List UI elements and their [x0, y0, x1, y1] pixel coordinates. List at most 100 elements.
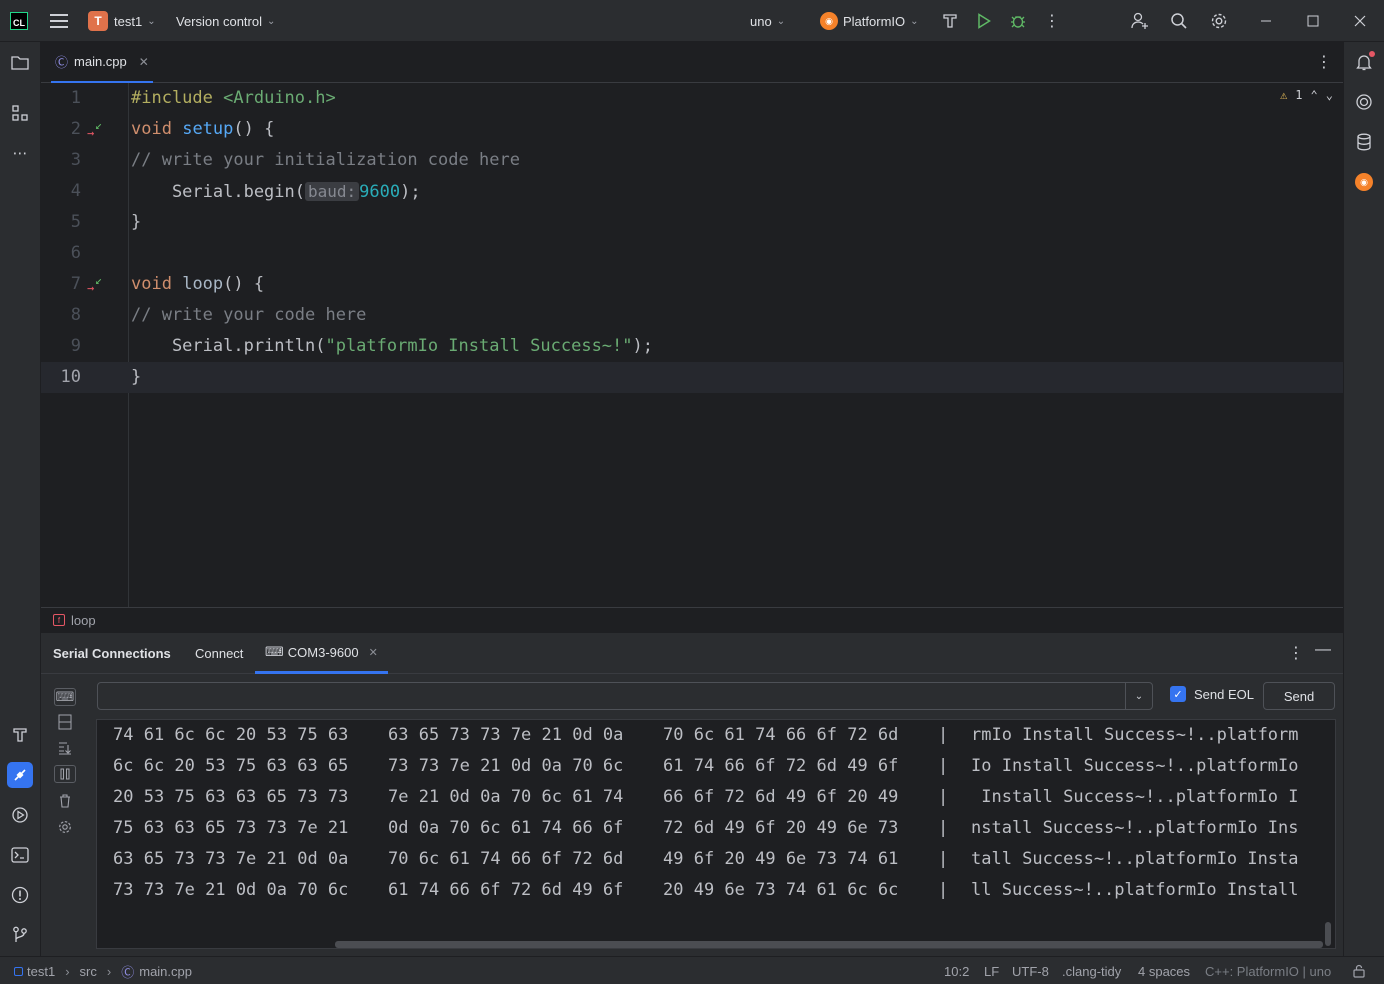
problems-icon[interactable] — [7, 882, 33, 908]
vcs-label: Version control — [176, 13, 262, 29]
hex-mode-icon[interactable] — [54, 713, 76, 731]
line-ending[interactable]: LF — [984, 957, 999, 984]
code-line: 8 // write your code here — [41, 300, 1343, 331]
serial-output-console[interactable]: 74 61 6c 6c 20 53 75 63 63 65 73 73 7e 21… — [96, 719, 1336, 949]
notification-dot — [1369, 51, 1375, 57]
navigate-declaration-icon[interactable]: ↙ → — [87, 273, 111, 295]
tab-options-icon[interactable]: ⋮ — [1316, 52, 1332, 72]
panel-options-icon[interactable]: ⋮ — [1288, 643, 1304, 663]
settings-gear-icon[interactable] — [54, 818, 76, 836]
board-label: uno — [750, 13, 772, 29]
services-icon[interactable] — [7, 802, 33, 828]
send-eol-checkbox[interactable]: ✓ Send EOL — [1170, 686, 1254, 702]
line-number: 1 — [70, 88, 81, 108]
horizontal-scrollbar[interactable] — [335, 941, 1323, 948]
current-code-line: 10 } — [41, 362, 1343, 393]
clion-logo-icon[interactable]: CL — [10, 0, 30, 42]
code-line: 4 Serial.begin(baud: 9600); — [41, 176, 1343, 207]
editor-tab-bar: Ⓒ main.cpp ✕ ⋮ — [41, 42, 1343, 83]
settings-gear-icon[interactable] — [1207, 0, 1231, 42]
clear-trash-icon[interactable] — [54, 792, 76, 810]
send-input-field[interactable]: ⌄ — [97, 682, 1153, 710]
code-editor[interactable]: ⚠ 1 ⌃ ⌄ 1 #include <Arduino.h> 2 ↙ → void… — [41, 83, 1343, 607]
history-dropdown-icon[interactable]: ⌄ — [1125, 683, 1152, 709]
board-selector[interactable]: uno ⌄ — [750, 0, 785, 42]
code-line: 7 ↙ → void loop() { — [41, 269, 1343, 300]
structure-icon[interactable] — [7, 100, 33, 126]
line-number: 4 — [70, 181, 81, 201]
tab-main-cpp[interactable]: Ⓒ main.cpp ✕ — [51, 42, 153, 83]
code-text: void setup() { — [131, 119, 275, 139]
serial-monitor-icon[interactable] — [7, 762, 33, 788]
linter-status[interactable]: .clang-tidy — [1062, 957, 1121, 984]
language-context[interactable]: C++: PlatformIO | uno — [1205, 957, 1331, 984]
project-folder-icon[interactable] — [7, 50, 33, 76]
line-number: 10 — [60, 367, 81, 387]
debug-bug-icon[interactable] — [1006, 0, 1030, 42]
minimize-icon[interactable] — [1254, 0, 1278, 42]
line-number: 5 — [70, 212, 81, 232]
status-project[interactable]: test1 — [27, 964, 55, 979]
editor-breadcrumb: f loop — [41, 607, 1343, 632]
hex-row: 6c 6c 20 53 75 63 63 65 73 73 7e 21 0d 0a… — [113, 756, 1299, 776]
more-tools-icon[interactable]: ⋯ — [7, 140, 33, 166]
tab-connect[interactable]: Connect — [195, 633, 243, 674]
hex-row: 75 63 63 65 73 73 7e 21 0d 0a 70 6c 61 74… — [113, 818, 1299, 838]
vertical-scrollbar[interactable] — [1325, 922, 1331, 946]
pause-icon[interactable] — [54, 765, 76, 783]
parameter-hint: baud: — [305, 182, 360, 201]
navigate-declaration-icon[interactable]: ↙ → — [87, 118, 111, 140]
chevron-down-icon: ⌄ — [910, 15, 919, 27]
lock-icon[interactable] — [1352, 957, 1366, 984]
build-tool-icon[interactable] — [7, 722, 33, 748]
code-comment: // write your initialization code here — [131, 150, 520, 170]
main-menu-icon[interactable] — [50, 0, 70, 42]
breadcrumb-function[interactable]: loop — [71, 613, 96, 628]
hide-panel-icon[interactable]: — — [1315, 641, 1331, 659]
tab-com-port[interactable]: ⌨ COM3-9600 ✕ — [255, 633, 388, 674]
ai-assistant-icon[interactable] — [1352, 90, 1376, 114]
close-tab-icon[interactable]: ✕ — [139, 55, 149, 69]
project-widget[interactable]: T test1 ⌄ — [88, 0, 156, 42]
notifications-bell-icon[interactable] — [1352, 50, 1376, 74]
cpp-file-icon: Ⓒ — [55, 55, 69, 70]
code-text: Serial.begin(baud: 9600); — [131, 182, 421, 202]
chevron-down-icon: ⌄ — [776, 15, 786, 27]
send-button[interactable]: Send — [1263, 682, 1335, 710]
status-file[interactable]: main.cpp — [139, 964, 192, 979]
chevron-down-icon: ⌄ — [147, 15, 156, 27]
vcs-widget[interactable]: Version control ⌄ — [176, 0, 275, 42]
tab-label: main.cpp — [74, 54, 127, 69]
title-bar: CL T test1 ⌄ Version control ⌄ uno ⌄ ◉ P… — [0, 0, 1384, 42]
close-window-icon[interactable] — [1348, 0, 1372, 42]
git-branch-icon[interactable] — [7, 922, 33, 948]
file-encoding[interactable]: UTF-8 — [1012, 957, 1049, 984]
terminal-icon[interactable] — [7, 842, 33, 868]
code-comment: // write your code here — [131, 305, 367, 325]
disconnect-plug-icon[interactable]: ⌨ — [54, 688, 76, 706]
project-initial-badge: T — [88, 11, 108, 31]
build-hammer-icon[interactable] — [938, 0, 962, 42]
status-folder[interactable]: src — [80, 964, 97, 979]
code-text: void loop() { — [131, 274, 265, 294]
run-icon[interactable] — [972, 0, 996, 42]
platformio-icon: ◉ — [820, 12, 838, 30]
tab-com-port-label: COM3-9600 — [287, 644, 359, 660]
add-user-icon[interactable] — [1128, 0, 1152, 42]
checkmark-icon: ✓ — [1170, 686, 1186, 702]
left-tool-strip: ⋯ — [0, 42, 41, 956]
database-icon[interactable] — [1352, 130, 1376, 154]
code-line: 2 ↙ → void setup() { — [41, 114, 1343, 145]
platformio-config-selector[interactable]: ◉ PlatformIO ⌄ — [820, 0, 919, 42]
code-text: #include <Arduino.h> — [131, 88, 336, 108]
scroll-to-end-icon[interactable] — [54, 739, 76, 757]
send-input[interactable] — [98, 683, 1126, 709]
caret-position[interactable]: 10:2 — [944, 957, 969, 984]
platformio-icon[interactable]: ◉ — [1352, 170, 1376, 194]
maximize-icon[interactable] — [1301, 0, 1325, 42]
close-tab-icon[interactable]: ✕ — [369, 646, 378, 659]
right-tool-strip: ◉ — [1343, 42, 1384, 956]
more-actions-icon[interactable]: ⋮ — [1040, 0, 1064, 42]
indent-setting[interactable]: 4 spaces — [1138, 957, 1190, 984]
search-icon[interactable] — [1167, 0, 1191, 42]
